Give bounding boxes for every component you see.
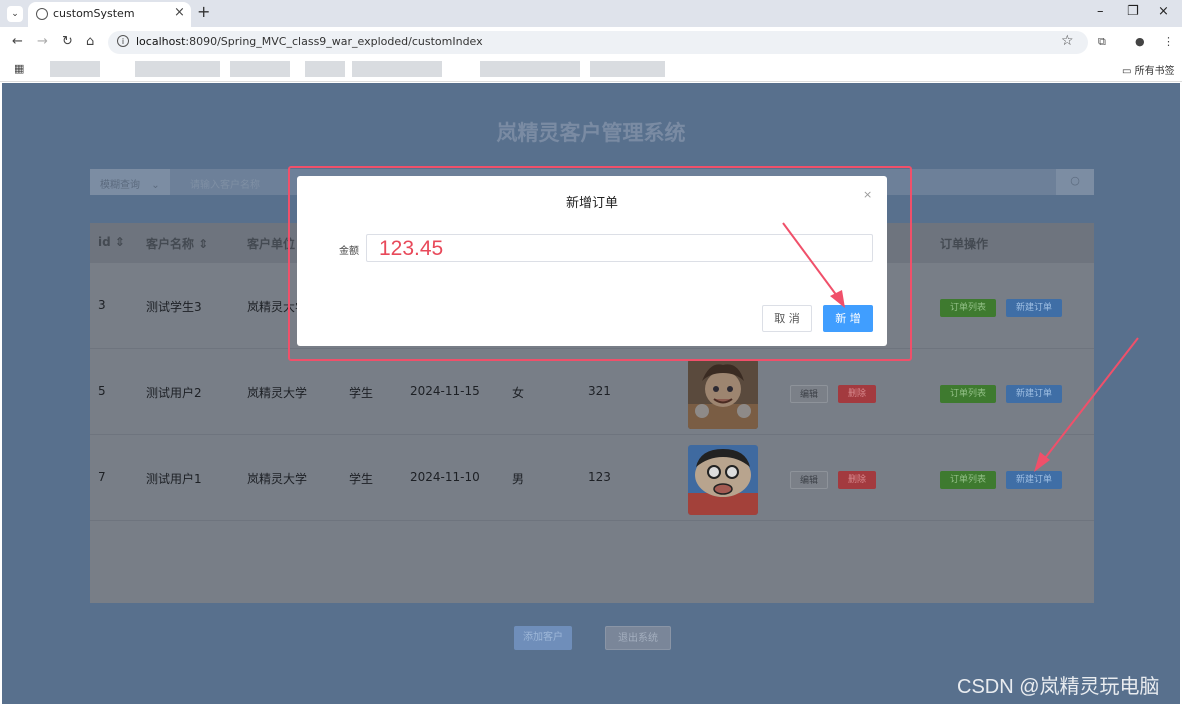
- blurred-bookmark: [230, 61, 290, 77]
- forward-icon[interactable]: →: [37, 34, 48, 49]
- bookmarks-bar: ▦ ▭ 所有书签: [0, 57, 1182, 82]
- avatar-image: [688, 445, 758, 515]
- home-icon[interactable]: ⌂: [86, 34, 94, 49]
- order-list-button[interactable]: 订单列表: [940, 385, 996, 403]
- delete-button[interactable]: 删除: [838, 385, 876, 403]
- new-order-button[interactable]: 新建订单: [1006, 471, 1062, 489]
- url-field[interactable]: i localhost:8090/Spring_MVC_class9_war_e…: [108, 31, 1088, 54]
- avatar-image: [688, 359, 758, 429]
- cell-amount: 123: [588, 470, 611, 484]
- add-customer-button[interactable]: 添加客户: [514, 626, 572, 650]
- apps-grid-icon[interactable]: ▦: [14, 62, 24, 75]
- browser-tabbar: ⌄ customSystem × + – ❐ ×: [0, 0, 1182, 27]
- reload-icon[interactable]: ↻: [62, 34, 73, 49]
- annotation-highlight-box: [288, 166, 912, 361]
- browser-tab[interactable]: customSystem ×: [28, 2, 191, 27]
- new-order-button[interactable]: 新建订单: [1006, 385, 1062, 403]
- cell-role: 学生: [349, 472, 374, 486]
- header-id[interactable]: id ⇕: [98, 235, 125, 249]
- blurred-bookmark: [135, 61, 220, 77]
- cell-id: 7: [98, 470, 106, 484]
- cell-gender: 男: [512, 472, 525, 486]
- close-window-button[interactable]: ×: [1158, 4, 1169, 19]
- site-info-icon[interactable]: i: [117, 35, 129, 47]
- extensions-icon[interactable]: ⧉: [1098, 35, 1106, 49]
- cell-name: 测试学生3: [146, 300, 202, 314]
- search-icon[interactable]: ○: [1056, 169, 1094, 195]
- watermark: CSDN @岚精灵玩电脑: [957, 676, 1160, 698]
- cell-date: 2024-11-15: [410, 384, 480, 398]
- exit-system-button[interactable]: 退出系统: [605, 626, 671, 650]
- table-row: 7 测试用户1 岚精灵大学 学生 2024-11-10 男 123 编辑 删除 …: [90, 435, 1094, 521]
- address-bar-row: ← → ↻ ⌂ i localhost:8090/Spring_MVC_clas…: [0, 27, 1182, 57]
- bookmark-star-icon[interactable]: ☆: [1061, 33, 1074, 49]
- back-icon[interactable]: ←: [12, 34, 23, 49]
- table-row: 5 测试用户2 岚精灵大学 学生 2024-11-15 女 321 编辑 删除 …: [90, 349, 1094, 435]
- header-order-actions: 订单操作: [940, 237, 989, 251]
- minimize-button[interactable]: –: [1097, 4, 1104, 19]
- blurred-bookmark: [305, 61, 345, 77]
- cell-name: 测试用户2: [146, 386, 202, 400]
- header-name[interactable]: 客户名称 ⇕: [146, 235, 208, 252]
- cell-amount: 321: [588, 384, 611, 398]
- new-tab-button[interactable]: +: [197, 2, 210, 21]
- cell-role: 学生: [349, 386, 374, 400]
- blurred-bookmark: [480, 61, 580, 77]
- blurred-bookmark: [590, 61, 665, 77]
- delete-button[interactable]: 删除: [838, 471, 876, 489]
- tab-close-icon[interactable]: ×: [174, 5, 185, 20]
- page-title: 岚精灵客户管理系统: [496, 121, 686, 145]
- profile-icon[interactable]: ●: [1135, 35, 1145, 48]
- cell-unit: 岚精灵大学: [247, 472, 308, 486]
- cell-id: 5: [98, 384, 106, 398]
- cell-id: 3: [98, 298, 106, 312]
- menu-icon[interactable]: ⋮: [1163, 35, 1174, 48]
- globe-icon: [36, 8, 48, 20]
- edit-button[interactable]: 编辑: [790, 471, 828, 489]
- cell-date: 2024-11-10: [410, 470, 480, 484]
- order-list-button[interactable]: 订单列表: [940, 299, 996, 317]
- cell-name: 测试用户1: [146, 472, 202, 486]
- restore-button[interactable]: ❐: [1127, 4, 1139, 19]
- url-text: localhost:8090/Spring_MVC_class9_war_exp…: [136, 35, 483, 48]
- tab-search-menu[interactable]: ⌄: [7, 6, 23, 22]
- cell-gender: 女: [512, 386, 525, 400]
- cell-unit: 岚精灵大学: [247, 386, 308, 400]
- blurred-bookmark: [50, 61, 100, 77]
- search-input[interactable]: 请输入客户名称: [190, 176, 260, 191]
- all-bookmarks[interactable]: ▭ 所有书签: [1122, 62, 1175, 77]
- search-mode-select[interactable]: 模糊查询 ⌄: [90, 169, 170, 195]
- tab-title: customSystem: [53, 7, 135, 20]
- new-order-button[interactable]: 新建订单: [1006, 299, 1062, 317]
- blurred-bookmark: [352, 61, 442, 77]
- order-list-button[interactable]: 订单列表: [940, 471, 996, 489]
- edit-button[interactable]: 编辑: [790, 385, 828, 403]
